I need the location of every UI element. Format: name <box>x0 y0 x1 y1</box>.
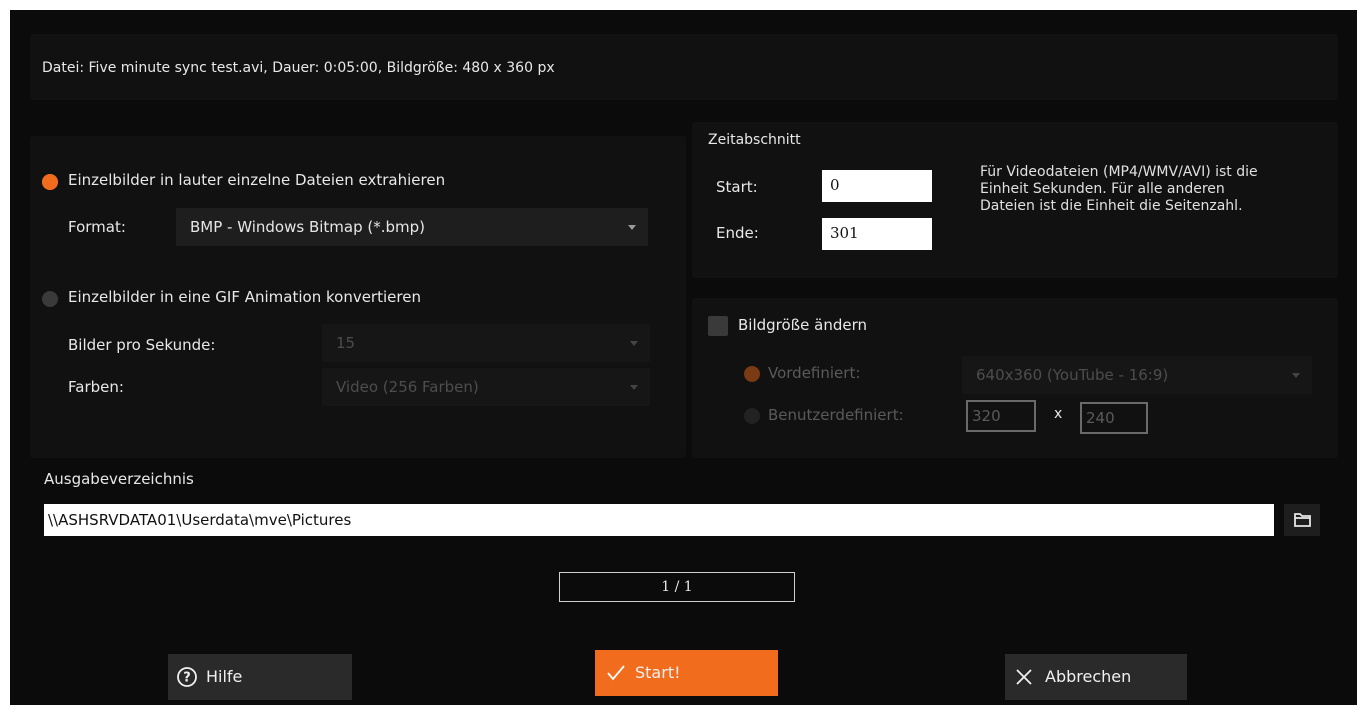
checkmark-icon <box>607 665 625 681</box>
extract-frames-dialog: Datei: Five minute sync test.avi, Dauer:… <box>10 10 1357 705</box>
radio-gif-animation[interactable] <box>42 291 58 307</box>
file-info-panel: Datei: Five minute sync test.avi, Dauer:… <box>30 34 1338 100</box>
progress-bar: 1 / 1 <box>559 572 795 602</box>
time-range-panel: Zeitabschnitt Start: 0 Ende: 301 Für Vid… <box>692 122 1338 278</box>
browse-folder-button[interactable] <box>1284 504 1320 536</box>
file-info-text: Datei: Five minute sync test.avi, Dauer:… <box>42 60 555 76</box>
resize-checkbox[interactable] <box>708 316 728 336</box>
format-label: Format: <box>68 218 126 236</box>
note-line-3: Dateien ist die Einheit die Seitenzahl. <box>980 198 1243 214</box>
size-separator: x <box>1054 406 1063 422</box>
chevron-down-icon <box>630 385 638 390</box>
start-button[interactable]: Start! <box>595 650 778 696</box>
help-icon: ? <box>177 667 197 687</box>
radio-custom[interactable] <box>744 408 760 424</box>
gif-animation-label[interactable]: Einzelbilder in eine GIF Animation konve… <box>68 288 421 306</box>
predefined-label[interactable]: Vordefiniert: <box>768 364 860 382</box>
note-line-1: Für Videodateien (MP4/WMV/AVI) ist die <box>980 164 1258 180</box>
start-input[interactable]: 0 <box>822 170 932 202</box>
output-dir-label: Ausgabeverzeichnis <box>44 470 194 488</box>
progress-text: 1 / 1 <box>661 579 693 595</box>
fps-select[interactable]: 15 <box>322 324 650 362</box>
colors-select-value: Video (256 Farben) <box>336 378 479 396</box>
help-button-label: Hilfe <box>206 667 243 686</box>
start-label: Start: <box>716 178 758 196</box>
custom-width-input[interactable]: 320 <box>966 400 1036 432</box>
chevron-down-icon <box>628 225 636 230</box>
cancel-button[interactable]: Abbrechen <box>1005 654 1187 700</box>
extract-files-label[interactable]: Einzelbilder in lauter einzelne Dateien … <box>68 171 445 189</box>
colors-label: Farben: <box>68 378 124 396</box>
chevron-down-icon <box>1292 373 1300 378</box>
resize-panel: Bildgröße ändern Vordefiniert: 640x360 (… <box>692 298 1338 458</box>
format-select-value: BMP - Windows Bitmap (*.bmp) <box>190 218 426 236</box>
chevron-down-icon <box>630 341 638 346</box>
folder-icon <box>1294 513 1311 527</box>
start-button-label: Start! <box>635 663 681 682</box>
help-button[interactable]: ? Hilfe <box>168 654 352 700</box>
colors-select[interactable]: Video (256 Farben) <box>322 368 650 406</box>
end-input[interactable]: 301 <box>822 218 932 250</box>
format-select[interactable]: BMP - Windows Bitmap (*.bmp) <box>176 208 648 246</box>
note-line-2: Einheit Sekunden. Für alle anderen <box>980 181 1225 197</box>
fps-select-value: 15 <box>336 334 356 352</box>
time-range-title: Zeitabschnitt <box>708 132 801 148</box>
cancel-button-label: Abbrechen <box>1045 667 1132 686</box>
time-range-note: Für Videodateien (MP4/WMV/AVI) ist die E… <box>980 164 1330 215</box>
resize-label[interactable]: Bildgröße ändern <box>738 316 867 334</box>
custom-height-input[interactable]: 240 <box>1080 402 1148 434</box>
radio-extract-files[interactable] <box>42 174 58 190</box>
predefined-select[interactable]: 640x360 (YouTube - 16:9) <box>962 356 1312 394</box>
close-icon <box>1016 669 1032 685</box>
fps-label: Bilder pro Sekunde: <box>68 336 216 354</box>
end-label: Ende: <box>716 224 759 242</box>
predefined-select-value: 640x360 (YouTube - 16:9) <box>976 366 1169 384</box>
output-dir-input[interactable]: \\ASHSRVDATA01\Userdata\mve\Pictures <box>44 504 1274 536</box>
custom-label[interactable]: Benutzerdefiniert: <box>768 406 904 424</box>
extract-options-panel: Einzelbilder in lauter einzelne Dateien … <box>30 136 686 458</box>
radio-predefined[interactable] <box>744 366 760 382</box>
svg-text:?: ? <box>183 671 191 686</box>
